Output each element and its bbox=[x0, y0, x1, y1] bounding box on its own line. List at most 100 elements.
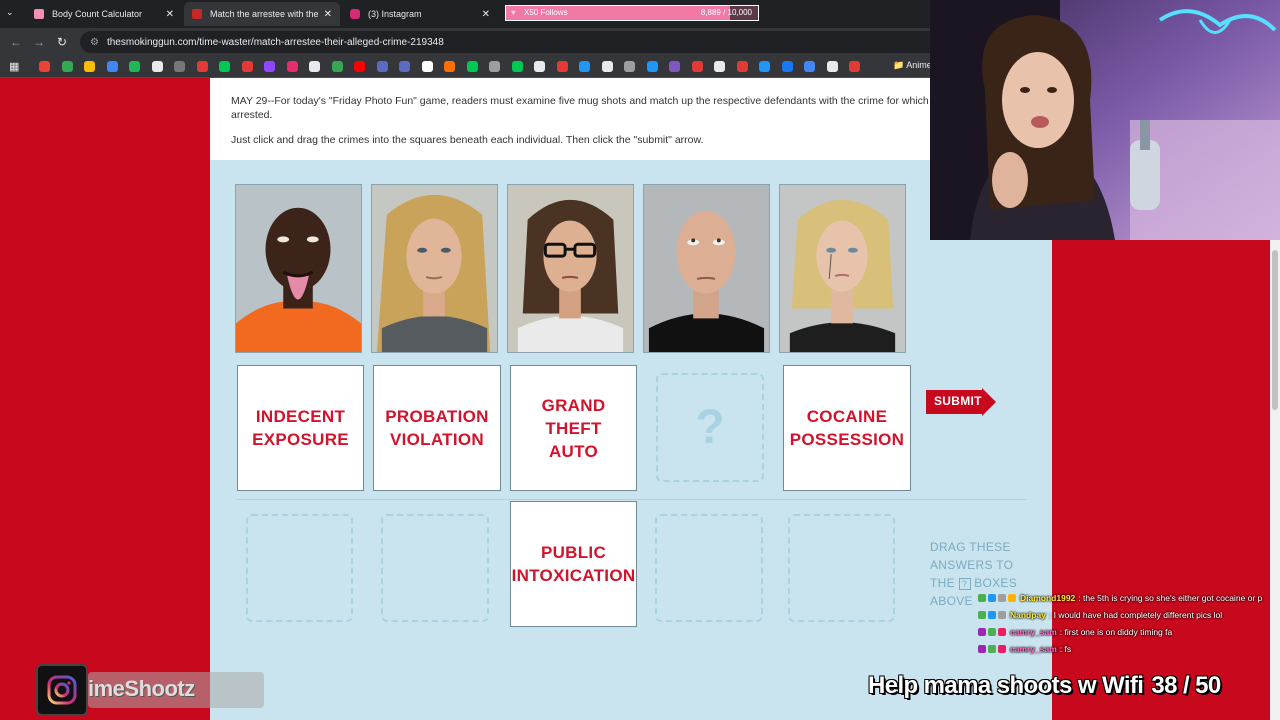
draggable-answer-public-intoxication[interactable]: PUBLIC INTOXICATION bbox=[510, 501, 637, 627]
bookmark-favicon-icon[interactable] bbox=[579, 61, 590, 72]
bookmark-favicon-icon[interactable] bbox=[219, 61, 230, 72]
bookmark-favicon-icon[interactable] bbox=[489, 61, 500, 72]
tab-match-the-arrestee[interactable]: Match the arrestee with their al ✕ bbox=[184, 2, 340, 26]
tab-close-icon[interactable]: ✕ bbox=[482, 9, 490, 20]
chat-badge-icon bbox=[978, 610, 986, 619]
tab-instagram[interactable]: (3) Instagram ✕ bbox=[342, 2, 498, 26]
chat-message: camry_sam: fs bbox=[978, 640, 1280, 657]
url-input[interactable]: ⚙ thesmokinggun.com/time-waster/match-ar… bbox=[80, 31, 940, 53]
chat-badge-icon bbox=[978, 593, 986, 602]
bookmark-favicon-icon[interactable] bbox=[601, 61, 613, 72]
bookmark-favicon-icon[interactable] bbox=[196, 61, 208, 72]
bookmark-favicon-icon[interactable] bbox=[556, 61, 568, 72]
bookmark-favicon-icon[interactable] bbox=[309, 61, 320, 72]
answer-pool-slot-5[interactable] bbox=[788, 514, 895, 622]
answer-box-2[interactable]: PROBATION VIOLATION bbox=[373, 365, 501, 491]
bookmark-favicon-icon[interactable] bbox=[691, 61, 703, 72]
chat-message: camry_sam: first one is on diddy timing … bbox=[978, 623, 1280, 640]
bookmark-favicon-icon[interactable] bbox=[781, 61, 793, 72]
answer-pool-slot-4[interactable] bbox=[655, 514, 763, 622]
question-box-icon: ? bbox=[958, 577, 971, 590]
chat-badge-icon bbox=[1008, 593, 1016, 602]
chat-text: : fs bbox=[1059, 643, 1072, 654]
bookmark-favicon-icon[interactable] bbox=[444, 61, 455, 72]
answer-box-4-empty[interactable]: ? bbox=[656, 373, 764, 482]
bookmark-favicon-icon[interactable] bbox=[736, 61, 748, 72]
mugshot-3 bbox=[507, 184, 634, 353]
tab-title: Body Count Calculator bbox=[52, 9, 143, 19]
answer-box-3[interactable]: GRAND THEFT AUTO bbox=[510, 365, 637, 491]
tab-body-count-calculator[interactable]: Body Count Calculator ✕ bbox=[26, 2, 182, 26]
divider bbox=[236, 499, 1026, 500]
reload-icon[interactable]: ↻ bbox=[57, 35, 67, 49]
answer-pool-slot-1[interactable] bbox=[246, 514, 353, 622]
chat-username: Nandpay bbox=[1010, 609, 1046, 620]
tab-search-chevron-icon[interactable]: ⌄ bbox=[6, 7, 14, 18]
bookmark-favicon-icon[interactable] bbox=[421, 61, 433, 72]
instagram-icon bbox=[36, 664, 88, 716]
bookmark-favicon-icon[interactable] bbox=[826, 61, 838, 72]
bookmark-favicon-icon[interactable] bbox=[511, 61, 523, 72]
chat-message: Diamond1992: the 5th is crying so she's … bbox=[978, 589, 1280, 606]
crime-label: PUBLIC INTOXICATION bbox=[511, 543, 636, 585]
chat-badge-icon bbox=[988, 610, 996, 619]
stream-goal: Help mama shoots w Wifi 38 / 50 bbox=[868, 672, 1221, 700]
chat-badge-icon bbox=[998, 627, 1006, 636]
crime-label: INDECENT EXPOSURE bbox=[252, 407, 349, 449]
back-arrow-icon[interactable]: ← bbox=[10, 35, 22, 49]
chat-message: Nandpay: I would have had completely dif… bbox=[978, 606, 1280, 623]
bookmark-favicon-icon[interactable] bbox=[714, 61, 725, 72]
bookmark-favicon-icon[interactable] bbox=[849, 61, 860, 72]
bookmark-favicon-icon[interactable] bbox=[534, 61, 545, 72]
stream-goal-count: 38 / 50 bbox=[1151, 672, 1221, 699]
submit-label: SUBMIT bbox=[934, 394, 982, 408]
tab-favicon-icon bbox=[192, 9, 202, 19]
bookmark-favicon-icon[interactable] bbox=[264, 61, 275, 72]
site-settings-icon[interactable]: ⚙ bbox=[90, 37, 99, 48]
bookmark-favicon-icon[interactable] bbox=[669, 61, 680, 72]
bookmark-favicon-icon[interactable] bbox=[241, 61, 253, 72]
bookmark-favicon-icon[interactable] bbox=[331, 61, 343, 72]
article-paragraph-2: Just click and drag the crimes into the … bbox=[231, 134, 704, 146]
answer-box-1[interactable]: INDECENT EXPOSURE bbox=[237, 365, 364, 491]
bookmark-favicon-icon[interactable] bbox=[84, 61, 95, 72]
bookmark-favicon-icon[interactable] bbox=[466, 61, 478, 72]
forward-arrow-icon[interactable]: → bbox=[33, 35, 45, 49]
chat-username: camry_sam bbox=[1010, 643, 1057, 654]
bookmark-favicon-icon[interactable] bbox=[151, 61, 163, 72]
mugshot-2 bbox=[371, 184, 498, 353]
tab-close-icon[interactable]: ✕ bbox=[324, 9, 332, 20]
chat-badge-icon bbox=[978, 644, 986, 653]
bookmark-folder-label: Anime bbox=[906, 60, 932, 70]
bookmark-favicon-icon[interactable] bbox=[106, 61, 118, 72]
bookmark-favicon-icon[interactable] bbox=[129, 61, 140, 72]
bookmark-folder-anime[interactable]: 📁 Anime bbox=[893, 60, 932, 71]
instagram-badge: imeShootz bbox=[36, 664, 264, 716]
bookmark-favicon-icon[interactable] bbox=[61, 61, 73, 72]
chat-badge-icon bbox=[998, 610, 1006, 619]
bookmark-favicon-icon[interactable] bbox=[759, 61, 770, 72]
answer-box-5[interactable]: COCAINE POSSESSION bbox=[783, 365, 911, 491]
follower-goal-label: X50 Follows bbox=[524, 8, 568, 17]
bookmark-favicon-icon[interactable] bbox=[39, 61, 50, 72]
bookmark-favicon-icon[interactable] bbox=[174, 61, 185, 72]
scrollbar-thumb[interactable] bbox=[1272, 250, 1278, 410]
bookmark-favicon-icon[interactable] bbox=[399, 61, 410, 72]
chat-badge-icon bbox=[988, 593, 996, 602]
bookmark-favicon-icon[interactable] bbox=[624, 61, 635, 72]
follower-goal-bar: ♥ X50 Follows 8,889 / 10,000 bbox=[505, 5, 759, 21]
bookmark-favicon-icon[interactable] bbox=[646, 61, 658, 72]
bookmark-favicon-icon[interactable] bbox=[804, 61, 815, 72]
chat-text: : I would have had completely different … bbox=[1048, 609, 1223, 620]
bookmark-favicon-icon[interactable] bbox=[376, 61, 388, 72]
apps-grid-icon[interactable]: ▦ bbox=[9, 60, 19, 73]
webcam-overlay bbox=[930, 0, 1280, 240]
article-intro: MAY 29--For today's "Friday Photo Fun" g… bbox=[210, 78, 931, 160]
chat-text: : the 5th is crying so she's either got … bbox=[1078, 592, 1263, 603]
answer-pool-slot-2[interactable] bbox=[381, 514, 489, 622]
bookmark-favicon-icon[interactable] bbox=[286, 61, 298, 72]
tab-close-icon[interactable]: ✕ bbox=[166, 9, 174, 20]
bookmark-favicon-icon[interactable] bbox=[354, 61, 365, 72]
submit-button[interactable]: SUBMIT bbox=[926, 388, 996, 416]
stream-chat: Diamond1992: the 5th is crying so she's … bbox=[978, 589, 1280, 657]
